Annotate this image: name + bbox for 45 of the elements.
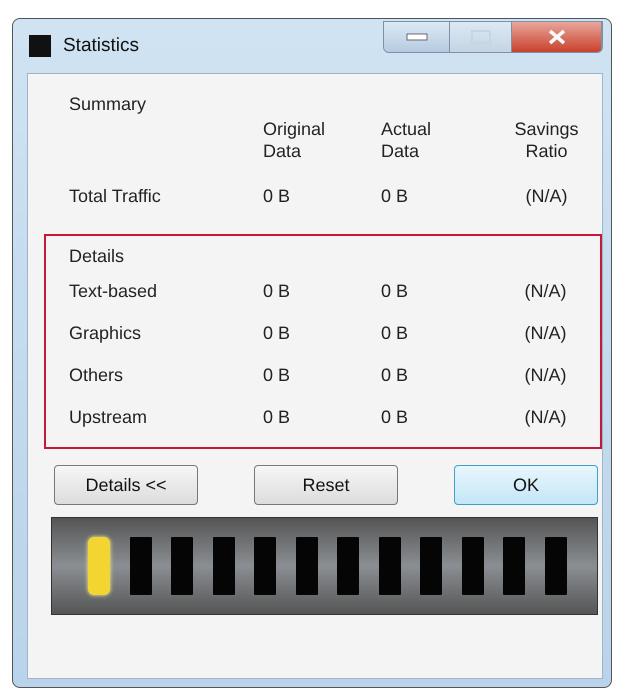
table-cell-text: 0 B bbox=[381, 365, 410, 387]
meter-segment bbox=[212, 537, 235, 596]
minimize-icon bbox=[406, 33, 428, 41]
section-heading: Summary bbox=[68, 93, 148, 116]
close-button[interactable] bbox=[512, 22, 602, 52]
row-label: Others bbox=[69, 364, 124, 388]
table-cell-text: (N/A) bbox=[524, 323, 568, 345]
meter-segment bbox=[171, 537, 194, 596]
row-label: Graphics bbox=[69, 322, 142, 346]
table-cell-text: 0 B bbox=[263, 323, 292, 345]
row-label: Text-based bbox=[69, 280, 158, 304]
meter-segment bbox=[296, 537, 318, 596]
dialog-button[interactable]: OK bbox=[454, 465, 598, 506]
section-heading: Details bbox=[68, 245, 126, 268]
row-label: Total Traffic bbox=[69, 185, 162, 208]
meter-segment bbox=[462, 537, 484, 596]
close-icon bbox=[548, 29, 566, 45]
table-cell-text: 0 B bbox=[381, 407, 410, 429]
meter-segment bbox=[254, 537, 276, 596]
table-cell-text: 0 B bbox=[263, 186, 292, 208]
minimize-button[interactable] bbox=[384, 22, 450, 52]
dialog-button[interactable]: Reset bbox=[254, 465, 398, 506]
row-label: Upstream bbox=[69, 406, 148, 430]
table-cell-text: 0 B bbox=[381, 281, 410, 303]
window-title: Statistics bbox=[63, 35, 140, 57]
table-cell-text: 0 B bbox=[263, 407, 292, 429]
table-cell-text: 0 B bbox=[263, 365, 292, 387]
column-header: Original Data bbox=[263, 119, 326, 162]
table-cell-text: (N/A) bbox=[524, 281, 568, 303]
meter-segment bbox=[503, 537, 526, 596]
column-header: Savings Ratio bbox=[513, 119, 580, 162]
meter-segment bbox=[130, 537, 152, 596]
meter-segment bbox=[378, 537, 401, 596]
meter-segment bbox=[420, 537, 442, 596]
table-cell-text: (N/A) bbox=[524, 186, 568, 208]
column-header: Actual Data bbox=[381, 119, 432, 162]
meter-segment bbox=[544, 537, 567, 596]
table-cell-text: (N/A) bbox=[524, 407, 568, 429]
table-cell-text: 0 B bbox=[381, 323, 410, 345]
app-icon bbox=[29, 35, 51, 57]
table-cell-text: 0 B bbox=[381, 186, 410, 208]
dialog-button[interactable]: Details << bbox=[54, 465, 198, 506]
table-cell-text: (N/A) bbox=[524, 365, 568, 387]
table-cell-text: 0 B bbox=[263, 281, 292, 303]
meter-segment bbox=[337, 537, 360, 596]
